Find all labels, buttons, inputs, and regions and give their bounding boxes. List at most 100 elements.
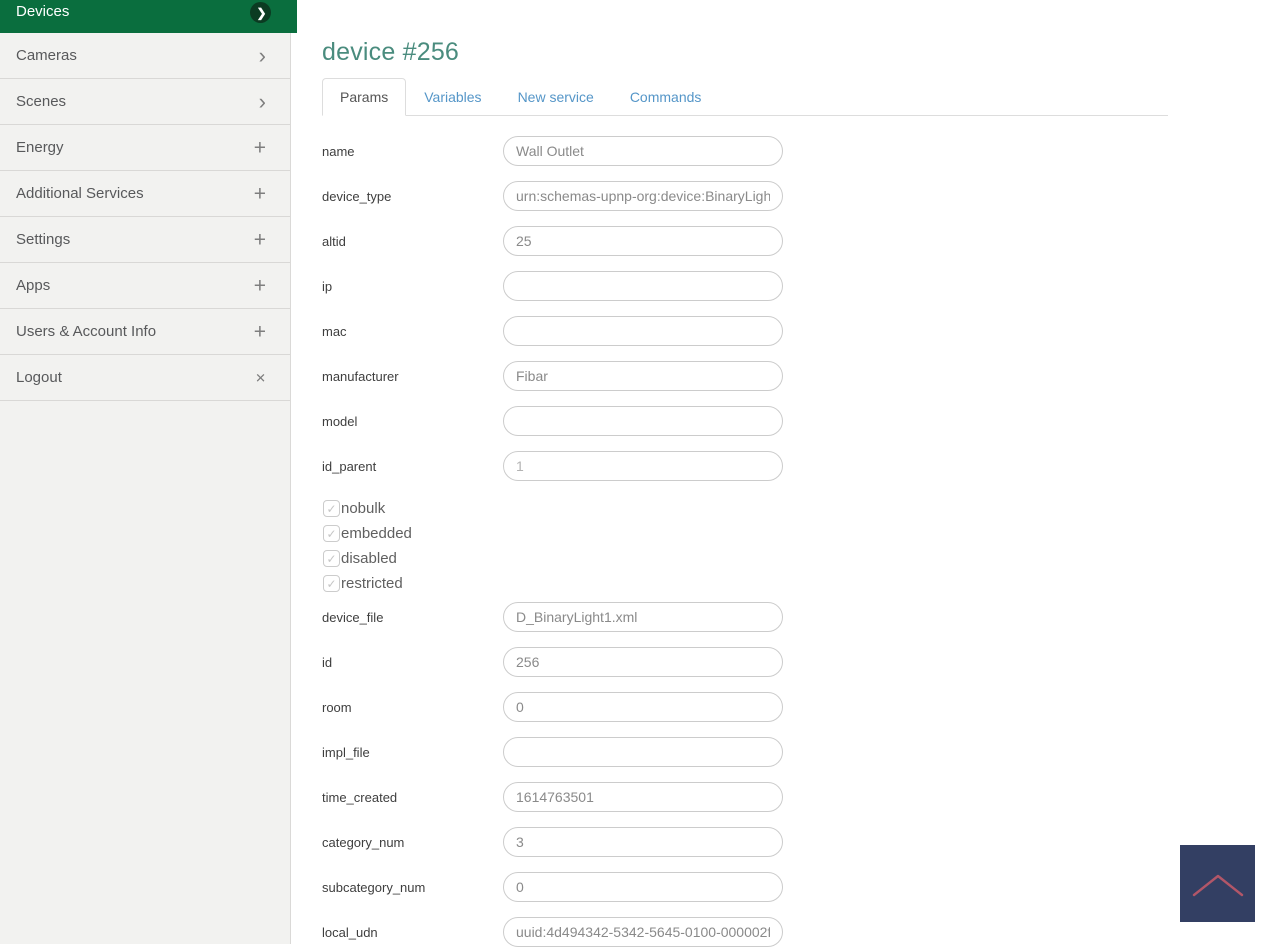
sidebar-item-label: Additional Services [16, 185, 144, 202]
id-parent-input[interactable] [503, 451, 783, 481]
chevron-up-icon [1191, 869, 1245, 899]
field-label: altid [322, 234, 503, 249]
field-label: impl_file [322, 745, 503, 760]
disabled-checkbox-row[interactable]: disabled [323, 546, 1168, 571]
field-row-id: id [322, 647, 1168, 677]
sidebar-item-logout[interactable]: Logout [0, 355, 290, 401]
checkbox-label: embedded [341, 525, 412, 542]
field-row-time-created: time_created [322, 782, 1168, 812]
name-input[interactable] [503, 136, 783, 166]
field-row-ip: ip [322, 271, 1168, 301]
ip-input[interactable] [503, 271, 783, 301]
field-row-local-udn: local_udn [322, 917, 1168, 947]
sidebar-item-devices[interactable]: Devices ❯ [0, 0, 297, 33]
field-label: subcategory_num [322, 880, 503, 895]
room-input[interactable] [503, 692, 783, 722]
field-label: local_udn [322, 925, 503, 940]
checkbox-label: disabled [341, 550, 397, 567]
field-row-id-parent: id_parent [322, 451, 1168, 481]
sidebar-item-apps[interactable]: Apps [0, 263, 290, 309]
sidebar-item-scenes[interactable]: Scenes [0, 79, 290, 125]
mac-input[interactable] [503, 316, 783, 346]
restricted-checkbox[interactable] [323, 575, 340, 592]
field-label: time_created [322, 790, 503, 805]
disabled-checkbox[interactable] [323, 550, 340, 567]
field-row-device-file: device_file [322, 602, 1168, 632]
altid-input[interactable] [503, 226, 783, 256]
category-num-input[interactable] [503, 827, 783, 857]
sidebar-item-label: Cameras [16, 47, 77, 64]
plus-icon [254, 137, 266, 158]
device-tabs: Params Variables New service Commands [322, 78, 1168, 116]
plus-icon [254, 321, 266, 342]
sidebar-menu: Cameras Scenes Energy Additional Service… [0, 33, 290, 401]
embedded-checkbox-row[interactable]: embedded [323, 521, 1168, 546]
field-label: model [322, 414, 503, 429]
impl-file-input[interactable] [503, 737, 783, 767]
main-content: device #256 Params Variables New service… [292, 0, 1278, 944]
scroll-to-top-button[interactable] [1180, 845, 1255, 922]
tab-commands[interactable]: Commands [612, 78, 720, 116]
field-row-altid: altid [322, 226, 1168, 256]
field-row-impl-file: impl_file [322, 737, 1168, 767]
field-label: room [322, 700, 503, 715]
tab-new-service[interactable]: New service [500, 78, 612, 116]
field-row-category-num: category_num [322, 827, 1168, 857]
chevron-circle-icon[interactable]: ❯ [250, 2, 271, 23]
field-row-model: model [322, 406, 1168, 436]
field-label: name [322, 144, 503, 159]
flags-group: nobulk embedded disabled restricted [323, 496, 1168, 596]
model-input[interactable] [503, 406, 783, 436]
sidebar-item-label: Apps [16, 277, 50, 294]
tab-variables[interactable]: Variables [406, 78, 499, 116]
sidebar-item-additional-services[interactable]: Additional Services [0, 171, 290, 217]
time-created-input[interactable] [503, 782, 783, 812]
sidebar: Devices ❯ Cameras Scenes Energy Addition… [0, 0, 291, 944]
chevron-right-icon [259, 91, 266, 113]
field-label: id [322, 655, 503, 670]
tab-params[interactable]: Params [322, 78, 406, 116]
sidebar-item-label: Energy [16, 139, 64, 156]
plus-icon [254, 229, 266, 250]
sidebar-item-label: Devices [16, 3, 69, 20]
field-row-manufacturer: manufacturer [322, 361, 1168, 391]
sidebar-item-users-account-info[interactable]: Users & Account Info [0, 309, 290, 355]
plus-icon [254, 275, 266, 296]
page-title: device #256 [322, 38, 1278, 67]
field-row-subcategory-num: subcategory_num [322, 872, 1168, 902]
field-label: id_parent [322, 459, 503, 474]
manufacturer-input[interactable] [503, 361, 783, 391]
sidebar-item-label: Scenes [16, 93, 66, 110]
field-row-device-type: device_type [322, 181, 1168, 211]
field-row-name: name [322, 136, 1168, 166]
field-label: device_file [322, 610, 503, 625]
field-label: ip [322, 279, 503, 294]
device-type-input[interactable] [503, 181, 783, 211]
sidebar-item-energy[interactable]: Energy [0, 125, 290, 171]
field-label: device_type [322, 189, 503, 204]
chevron-right-icon [259, 45, 266, 67]
sidebar-item-cameras[interactable]: Cameras [0, 33, 290, 79]
local-udn-input[interactable] [503, 917, 783, 947]
id-input[interactable] [503, 647, 783, 677]
field-row-room: room [322, 692, 1168, 722]
field-label: category_num [322, 835, 503, 850]
sidebar-item-label: Users & Account Info [16, 323, 156, 340]
sidebar-item-label: Settings [16, 231, 70, 248]
embedded-checkbox[interactable] [323, 525, 340, 542]
close-icon [255, 370, 266, 385]
device-file-input[interactable] [503, 602, 783, 632]
params-form: name device_type altid ip mac manufactur… [322, 136, 1168, 947]
field-label: manufacturer [322, 369, 503, 384]
checkbox-label: nobulk [341, 500, 385, 517]
nobulk-checkbox-row[interactable]: nobulk [323, 496, 1168, 521]
nobulk-checkbox[interactable] [323, 500, 340, 517]
plus-icon [254, 183, 266, 204]
field-label: mac [322, 324, 503, 339]
field-row-mac: mac [322, 316, 1168, 346]
subcategory-num-input[interactable] [503, 872, 783, 902]
restricted-checkbox-row[interactable]: restricted [323, 571, 1168, 596]
checkbox-label: restricted [341, 575, 403, 592]
sidebar-item-label: Logout [16, 369, 62, 386]
sidebar-item-settings[interactable]: Settings [0, 217, 290, 263]
